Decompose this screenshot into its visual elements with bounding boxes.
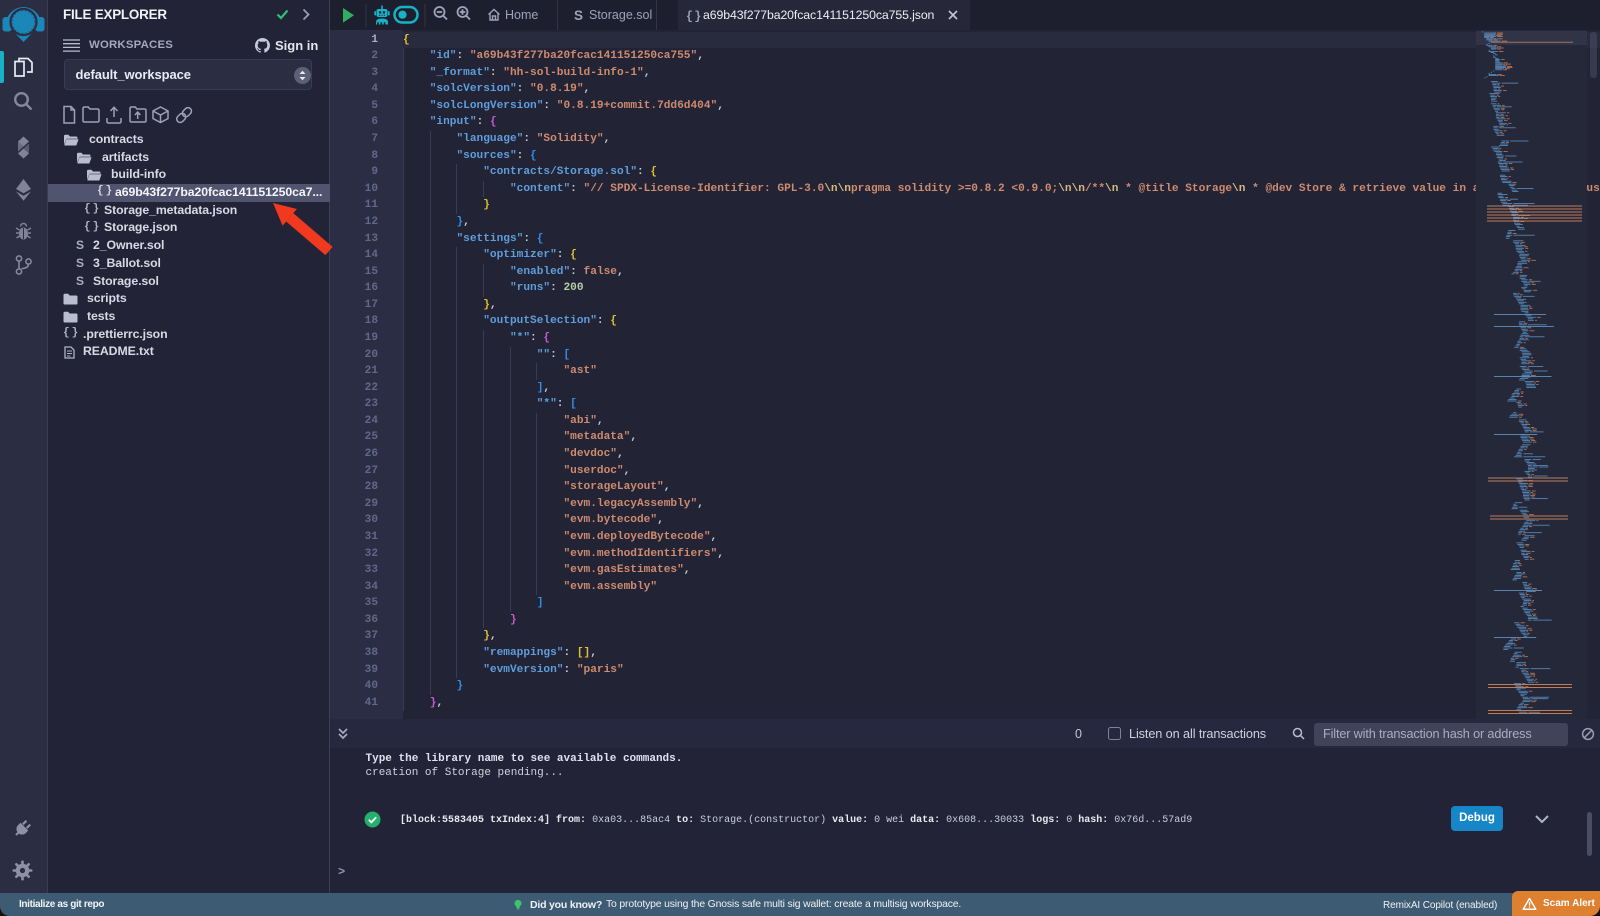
svg-text:S: S bbox=[574, 8, 583, 22]
svg-text:{}: {} bbox=[686, 11, 702, 23]
